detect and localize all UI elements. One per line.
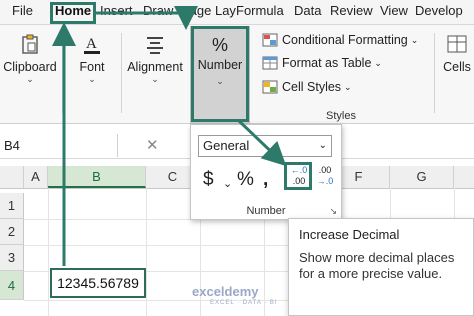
arrow-to-number-group — [96, 6, 198, 30]
arrow-to-increase-decimal — [236, 118, 287, 167]
annotation-arrows — [52, 6, 287, 266]
